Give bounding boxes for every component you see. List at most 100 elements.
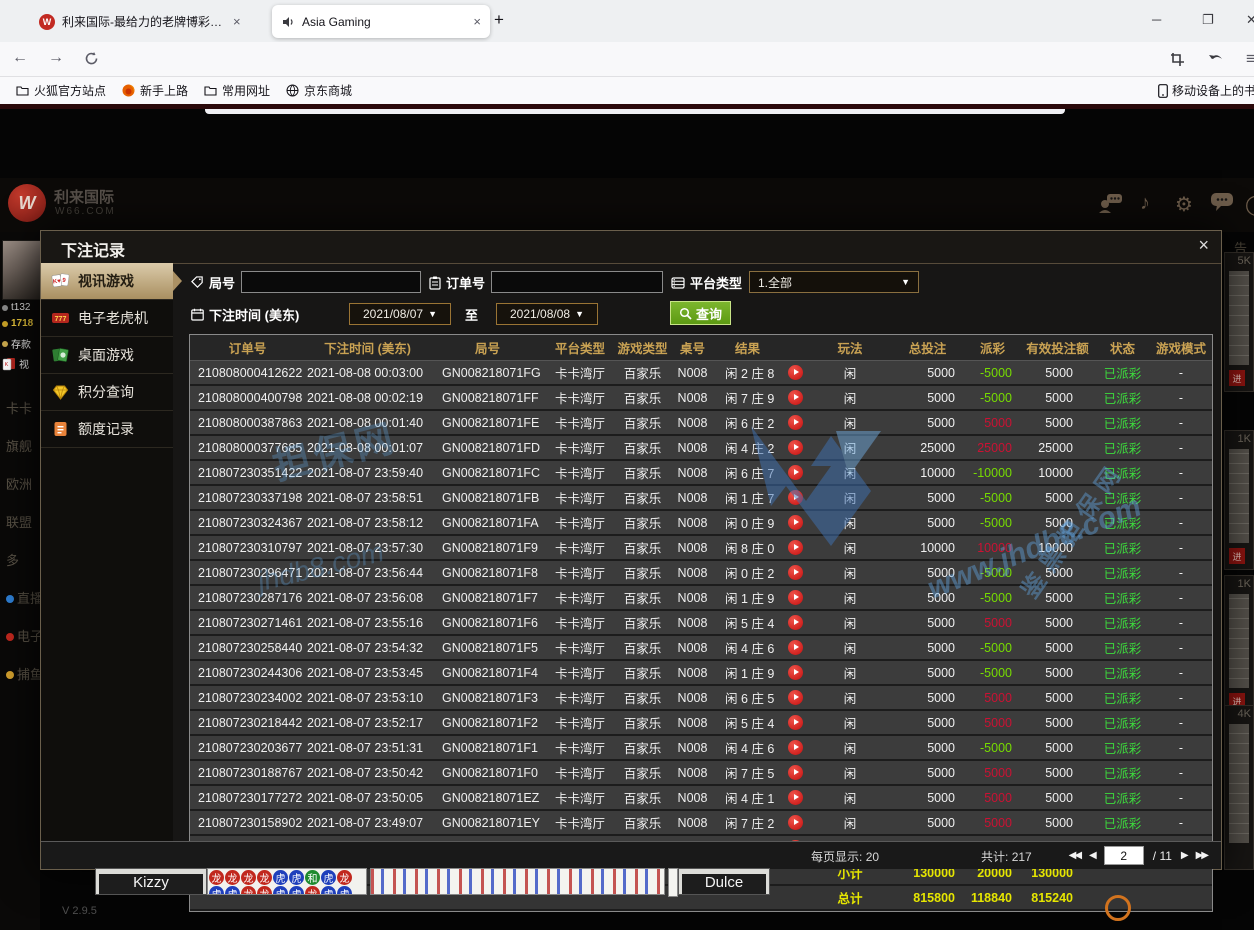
cell: 闲 4 庄 1 [715,785,780,810]
minimize-button[interactable]: ─ [1152,12,1161,27]
order-number-input[interactable] [491,271,663,293]
cell [780,435,810,460]
browser-tab-lilai[interactable]: W 利来国际-最给力的老牌博彩网站 × [30,5,278,38]
table-chip[interactable]: 进 [1229,548,1245,564]
sidebar-item-电子老虎机[interactable]: 777电子老虎机 [41,300,173,337]
play-video-button[interactable] [788,665,803,680]
bookmark-item-2[interactable]: 新手上路 [122,82,188,99]
cell: 2021-08-07 23:50:42 [305,760,430,785]
play-video-button[interactable] [788,790,803,805]
left-nav-item-捕鱼[interactable]: 捕鱼 [6,664,40,683]
left-nav-item-多[interactable]: 多 [6,550,19,569]
cell: 5000 [890,560,965,585]
play-video-button[interactable] [788,365,803,380]
first-page-icon[interactable]: ◀◀ [1069,850,1080,861]
cell [780,760,810,785]
prev-page-icon[interactable]: ◀ [1089,850,1095,861]
sidebar-item-桌面游戏[interactable]: 桌面游戏 [41,337,173,374]
page-number-input[interactable] [1104,846,1144,865]
bookmark-item-4[interactable]: 京东商城 [286,82,352,99]
deposit-button[interactable]: 存款 [2,336,31,351]
cell: 卡卡湾厅 [545,385,615,410]
cell: 闲 5 庄 4 [715,610,780,635]
cell: 5000 [1020,710,1095,735]
play-video-button[interactable] [788,740,803,755]
mobile-bookmarks[interactable]: 移动设备上的书签 [1158,82,1254,99]
screenshot-icon[interactable] [1170,52,1185,67]
play-video-button[interactable] [788,640,803,655]
power-icon[interactable]: ◯ [1245,192,1254,217]
play-video-button[interactable] [788,515,803,530]
undo-arrow-icon[interactable] [1208,52,1224,66]
cell: 5000 [1020,760,1095,785]
video-games-item[interactable]: K视 [2,356,29,371]
cell: 2021-08-07 23:54:32 [305,635,430,660]
cell: GN008218071FA [430,510,545,535]
play-video-button[interactable] [788,765,803,780]
left-nav-item-电子[interactable]: 电子 [6,626,40,645]
cell: 已派彩 [1095,485,1150,510]
table-row: 2108072302443062021-08-07 23:53:45GN0082… [190,660,1212,685]
tab-close-icon[interactable]: × [473,14,481,29]
limit-label: 1K [1238,433,1251,445]
left-nav-item-卡卡[interactable]: 卡卡 [6,398,32,417]
sidebar-item-积分查询[interactable]: 积分查询 [41,374,173,411]
play-video-button[interactable] [788,565,803,580]
chat-bubble-icon[interactable] [1210,192,1234,212]
back-button[interactable]: ← [12,49,28,67]
dealer-panel[interactable]: Dulce [678,868,770,895]
next-page-icon[interactable]: ▶ [1181,850,1187,861]
bookmark-item-1[interactable]: 火狐官方站点 [16,82,106,99]
sidebar-item-视讯游戏[interactable]: 9K♥视讯游戏 [41,263,173,300]
left-nav-item-联盟[interactable]: 联盟 [6,512,32,531]
forward-button[interactable]: → [48,49,64,67]
sidebar-item-额度记录[interactable]: 额度记录 [41,411,173,448]
reload-button[interactable] [84,51,99,66]
music-icon[interactable]: ♪ [1140,192,1150,215]
chevron-down-icon: ▼ [575,309,584,319]
quota-icon [51,420,70,438]
left-nav-item-直播[interactable]: 直播 [6,588,40,607]
left-nav-item-欧洲[interactable]: 欧洲 [6,474,32,493]
play-video-button[interactable] [788,465,803,480]
round-number-input[interactable] [241,271,421,293]
browser-tab-asia-gaming[interactable]: Asia Gaming × [272,5,490,38]
cell: 百家乐 [615,735,670,760]
date-from-picker[interactable]: 2021/08/07 ▼ [349,303,451,325]
play-video-button[interactable] [788,590,803,605]
cell: 5000 [1020,735,1095,760]
play-video-button[interactable] [788,390,803,405]
close-window-button[interactable]: ✕ [1246,12,1254,28]
speaker-icon[interactable] [281,15,295,29]
tab-close-icon[interactable]: × [233,14,241,29]
modal-close-icon[interactable]: × [1198,235,1209,256]
maximize-button[interactable]: ❐ [1202,12,1214,28]
platform-type-select[interactable]: 1.全部 ▼ [749,271,919,293]
customer-service-icon[interactable] [1098,192,1124,214]
settings-gear-icon[interactable]: ⚙ [1175,192,1193,217]
date-to-picker[interactable]: 2021/08/08 ▼ [496,303,598,325]
play-video-button[interactable] [788,615,803,630]
avatar[interactable] [2,240,40,300]
search-button[interactable]: 查询 [670,301,731,325]
play-video-button[interactable] [788,415,803,430]
site-logo[interactable]: W [8,184,46,222]
play-video-button[interactable] [788,690,803,705]
cell: 已派彩 [1095,610,1150,635]
bookmark-item-3[interactable]: 常用网址 [204,82,270,99]
play-video-button[interactable] [788,540,803,555]
play-video-button[interactable] [788,715,803,730]
last-page-icon[interactable]: ▶▶ [1196,850,1207,861]
menu-icon[interactable]: ≡ [1246,49,1254,69]
play-video-button[interactable] [788,815,803,830]
new-tab-button[interactable]: + [494,10,504,30]
cell: 5000 [890,735,965,760]
table-chip[interactable]: 进 [1229,370,1245,386]
play-video-button[interactable] [788,440,803,455]
cell: 闲 [810,385,890,410]
play-video-button[interactable] [788,490,803,505]
modal-sidebar: 9K♥视讯游戏777电子老虎机桌面游戏积分查询额度记录 [41,263,173,869]
left-nav-item-旗舰[interactable]: 旗舰 [6,436,32,455]
dealer-panel[interactable]: Kizzy [95,868,207,895]
cell [780,585,810,610]
